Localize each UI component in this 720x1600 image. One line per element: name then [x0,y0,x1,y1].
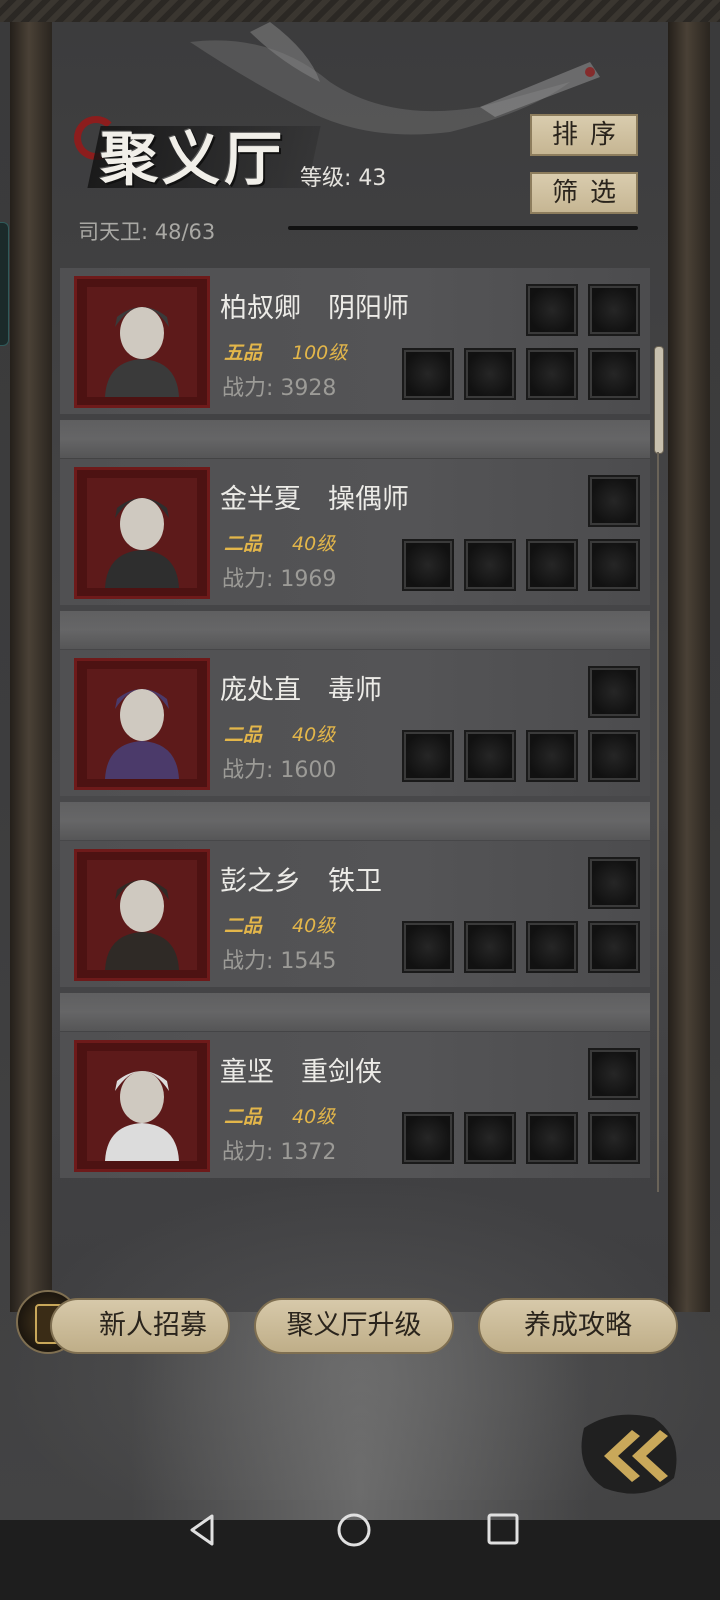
card-separator [60,802,650,840]
portrait-figure-icon [87,1051,197,1161]
double-chevron-left-icon[interactable] [574,1408,684,1498]
equipment-slot[interactable] [464,730,516,782]
equipment-slot[interactable] [464,539,516,591]
character-card[interactable]: 童坚 重剑侠 二品 40级 战力: 1372 [60,1032,650,1178]
card-separator [60,420,650,458]
portrait-figure-icon [87,860,197,970]
special-equipment-slot[interactable] [588,1048,640,1100]
top-decorative-strip [0,0,720,22]
character-power: 战力: 3928 [222,376,337,401]
character-card[interactable]: 柏叔卿 阴阳师 五品 100级 战力: 3928 [60,268,650,414]
equipment-slot[interactable] [588,921,640,973]
hall-title-banner: 聚义厅 [74,112,321,193]
equipment-slot[interactable] [588,348,640,400]
character-power: 战力: 1545 [222,949,337,974]
character-level: 40级 [292,1106,336,1128]
special-equipment-slot[interactable] [588,284,640,336]
character-name: 童坚 重剑侠 [220,1057,382,1088]
special-equipment-slot[interactable] [588,857,640,909]
character-name: 金半夏 操偶师 [220,484,409,515]
card-separator [60,993,650,1031]
character-rank: 二品 [224,915,263,937]
guard-count: 司天卫: 48/63 [78,220,216,244]
equipment-slot[interactable] [402,921,454,973]
character-portrait [74,467,210,599]
character-portrait [74,658,210,790]
special-equipment-slot[interactable] [588,666,640,718]
character-portrait [74,276,210,408]
special-equipment-slot[interactable] [526,284,578,336]
character-name: 彭之乡 铁卫 [220,866,382,897]
portrait-figure-icon [87,478,197,588]
hall-upgrade-button[interactable]: 聚义厅升级 [254,1298,454,1354]
card-separator [60,611,650,649]
character-power: 战力: 1372 [222,1140,337,1165]
page-title: 聚义厅 [100,125,287,193]
equipment-slot[interactable] [588,539,640,591]
header-divider [288,226,638,230]
character-rank: 二品 [224,1106,263,1128]
triangle-back-icon[interactable] [186,1512,218,1548]
character-level: 40级 [292,724,336,746]
portrait-figure-icon [87,287,197,397]
portrait-figure-icon [87,669,197,779]
equipment-slot[interactable] [464,921,516,973]
equipment-slot[interactable] [588,1112,640,1164]
left-pillar [10,22,52,1312]
equipment-slot[interactable] [526,730,578,782]
right-pillar [668,22,710,1312]
recruit-button[interactable]: 新人招募 [50,1298,230,1354]
filter-button[interactable]: 筛选 [530,172,638,214]
character-rank: 二品 [224,724,263,746]
equipment-slot[interactable] [526,348,578,400]
equipment-slot[interactable] [402,730,454,782]
character-level: 40级 [292,533,336,555]
equipment-slot[interactable] [526,1112,578,1164]
equipment-slot[interactable] [402,1112,454,1164]
character-card[interactable]: 金半夏 操偶师 二品 40级 战力: 1969 [60,459,650,605]
character-card[interactable]: 庞处直 毒师 二品 40级 战力: 1600 [60,650,650,796]
scrollbar-thumb[interactable] [654,346,664,454]
special-equipment-slot[interactable] [588,475,640,527]
equipment-slot[interactable] [402,539,454,591]
character-portrait [74,849,210,981]
character-rank: 五品 [224,342,263,364]
character-rank: 二品 [224,533,263,555]
cultivation-guide-button[interactable]: 养成攻略 [478,1298,678,1354]
equipment-slot[interactable] [526,539,578,591]
square-recent-icon[interactable] [486,1512,520,1546]
sort-button[interactable]: 排序 [530,114,638,156]
equipment-slot[interactable] [588,730,640,782]
character-name: 柏叔卿 阴阳师 [220,293,409,324]
character-power: 战力: 1600 [222,758,337,783]
character-level: 100级 [292,342,348,364]
character-name: 庞处直 毒师 [220,675,382,706]
character-portrait [74,1040,210,1172]
character-card[interactable]: 彭之乡 铁卫 二品 40级 战力: 1545 [60,841,650,987]
equipment-slot[interactable] [526,921,578,973]
side-tab-handle[interactable] [0,222,9,346]
equipment-slot[interactable] [402,348,454,400]
equipment-slot[interactable] [464,348,516,400]
scrollbar-track [657,452,659,1192]
hall-level: 等级: 43 [300,166,387,191]
circle-home-icon[interactable] [336,1512,372,1548]
equipment-slot[interactable] [464,1112,516,1164]
character-power: 战力: 1969 [222,567,337,592]
character-level: 40级 [292,915,336,937]
